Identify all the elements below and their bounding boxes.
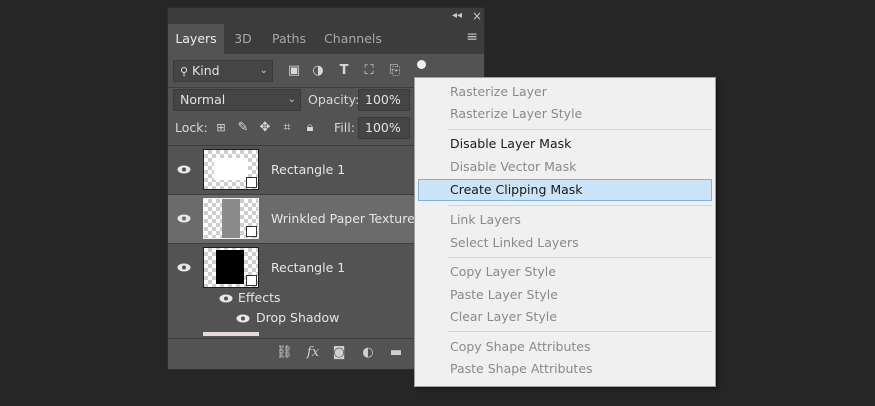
menu-item-link-layers[interactable]: Link Layers — [450, 212, 521, 228]
tab-channels[interactable]: Channels — [318, 24, 388, 54]
eye-icon[interactable] — [219, 294, 233, 303]
layer-name[interactable]: Rectangle 1 — [271, 260, 345, 276]
folder-icon[interactable]: ▬ — [388, 345, 404, 361]
fill-value: 100% — [365, 120, 401, 135]
tab-paths[interactable]: Paths — [264, 24, 314, 54]
menu-item-disable-layer-mask[interactable]: Disable Layer Mask — [450, 136, 571, 152]
layer-name[interactable]: Rectangle 1 — [271, 162, 345, 178]
fill-input[interactable]: 100% — [358, 117, 410, 139]
adjustment-filter-icon[interactable]: ◑ — [309, 60, 327, 82]
add-mask-icon[interactable]: ◙ — [331, 345, 347, 361]
lock-transparent-icon[interactable]: ⊞ — [212, 117, 230, 139]
menu-item-copy-shape-attributes[interactable]: Copy Shape Attributes — [450, 339, 591, 355]
brush-icon[interactable]: ✎ — [234, 117, 252, 139]
layer-name[interactable]: Wrinkled Paper Texture — [271, 211, 415, 227]
smart-object-filter-icon[interactable]: ⎘ — [386, 60, 404, 82]
thumbnail-texture — [222, 199, 240, 238]
layer-thumbnail — [203, 247, 259, 288]
blend-mode-select[interactable]: Normal ⌄ — [173, 89, 301, 111]
layer-thumbnail — [203, 149, 259, 190]
shape-filter-icon[interactable]: ⛶ — [360, 60, 378, 82]
artboard-icon[interactable]: ⌗ — [278, 117, 296, 139]
menu-item-select-linked-layers[interactable]: Select Linked Layers — [450, 235, 579, 251]
move-icon[interactable]: ✥ — [256, 117, 274, 139]
eye-icon[interactable] — [236, 314, 250, 323]
kind-filter-select[interactable]: ⚲ Kind ⌄ — [173, 60, 273, 82]
menu-separator — [448, 129, 712, 130]
thumbnail-shape — [216, 250, 244, 284]
menu-item-copy-layer-style[interactable]: Copy Layer Style — [450, 264, 556, 280]
layer-thumbnail — [203, 198, 259, 239]
pixel-filter-icon[interactable]: ▣ — [285, 60, 303, 82]
tab-3d[interactable]: 3D — [226, 24, 260, 54]
lock-label: Lock: — [175, 120, 208, 135]
effects-label: Effects — [238, 290, 281, 305]
fx-icon[interactable]: fx — [305, 345, 321, 361]
opacity-value: 100% — [365, 92, 401, 107]
menu-item-create-clipping-mask[interactable]: Create Clipping Mask — [450, 182, 583, 198]
chevron-down-icon: ⌄ — [259, 65, 268, 76]
eye-icon[interactable] — [177, 263, 191, 272]
menu-item-rasterize-layer[interactable]: Rasterize Layer — [450, 84, 547, 100]
close-icon[interactable]: × — [472, 9, 482, 23]
menu-separator — [448, 257, 712, 258]
adjustment-layer-icon[interactable]: ◐ — [360, 345, 376, 361]
filter-toggle-icon[interactable] — [417, 60, 426, 69]
panel-tabs: Layers 3D Paths Channels ≡ — [168, 24, 484, 54]
layer-thumbnail-partial — [203, 332, 259, 336]
hamburger-icon[interactable]: ≡ — [466, 29, 478, 45]
opacity-input[interactable]: 100% — [358, 89, 410, 111]
drop-shadow-label[interactable]: Drop Shadow — [256, 310, 339, 326]
type-filter-icon[interactable]: T — [335, 60, 353, 82]
context-menu: Rasterize Layer Rasterize Layer Style Di… — [414, 77, 716, 387]
menu-item-paste-shape-attributes[interactable]: Paste Shape Attributes — [450, 361, 593, 377]
menu-item-rasterize-layer-style[interactable]: Rasterize Layer Style — [450, 106, 582, 122]
panel-title-bar: ◂◂ × — [168, 8, 484, 24]
tab-layers[interactable]: Layers — [168, 24, 224, 54]
fill-label: Fill: — [334, 120, 355, 135]
lock-icon[interactable]: 🔒︎ — [301, 117, 319, 139]
menu-separator — [448, 331, 712, 332]
menu-item-paste-layer-style[interactable]: Paste Layer Style — [450, 287, 558, 303]
shape-badge-icon — [246, 275, 257, 286]
collapse-icon[interactable]: ◂◂ — [452, 9, 462, 23]
blend-mode-value: Normal — [180, 92, 226, 107]
chevron-down-icon: ⌄ — [287, 94, 296, 105]
eye-icon[interactable] — [177, 214, 191, 223]
eye-icon[interactable] — [177, 165, 191, 174]
opacity-label: Opacity: — [308, 92, 360, 107]
thumbnail-shape — [214, 158, 248, 180]
menu-separator — [448, 205, 712, 206]
menu-item-disable-vector-mask[interactable]: Disable Vector Mask — [450, 159, 576, 175]
link-icon[interactable]: ⛓ — [276, 345, 293, 361]
search-icon: ⚲ — [180, 65, 189, 78]
menu-item-clear-layer-style[interactable]: Clear Layer Style — [450, 309, 557, 325]
smart-object-badge-icon — [246, 226, 257, 237]
shape-badge-icon — [246, 177, 257, 188]
kind-filter-label: Kind — [192, 63, 220, 78]
